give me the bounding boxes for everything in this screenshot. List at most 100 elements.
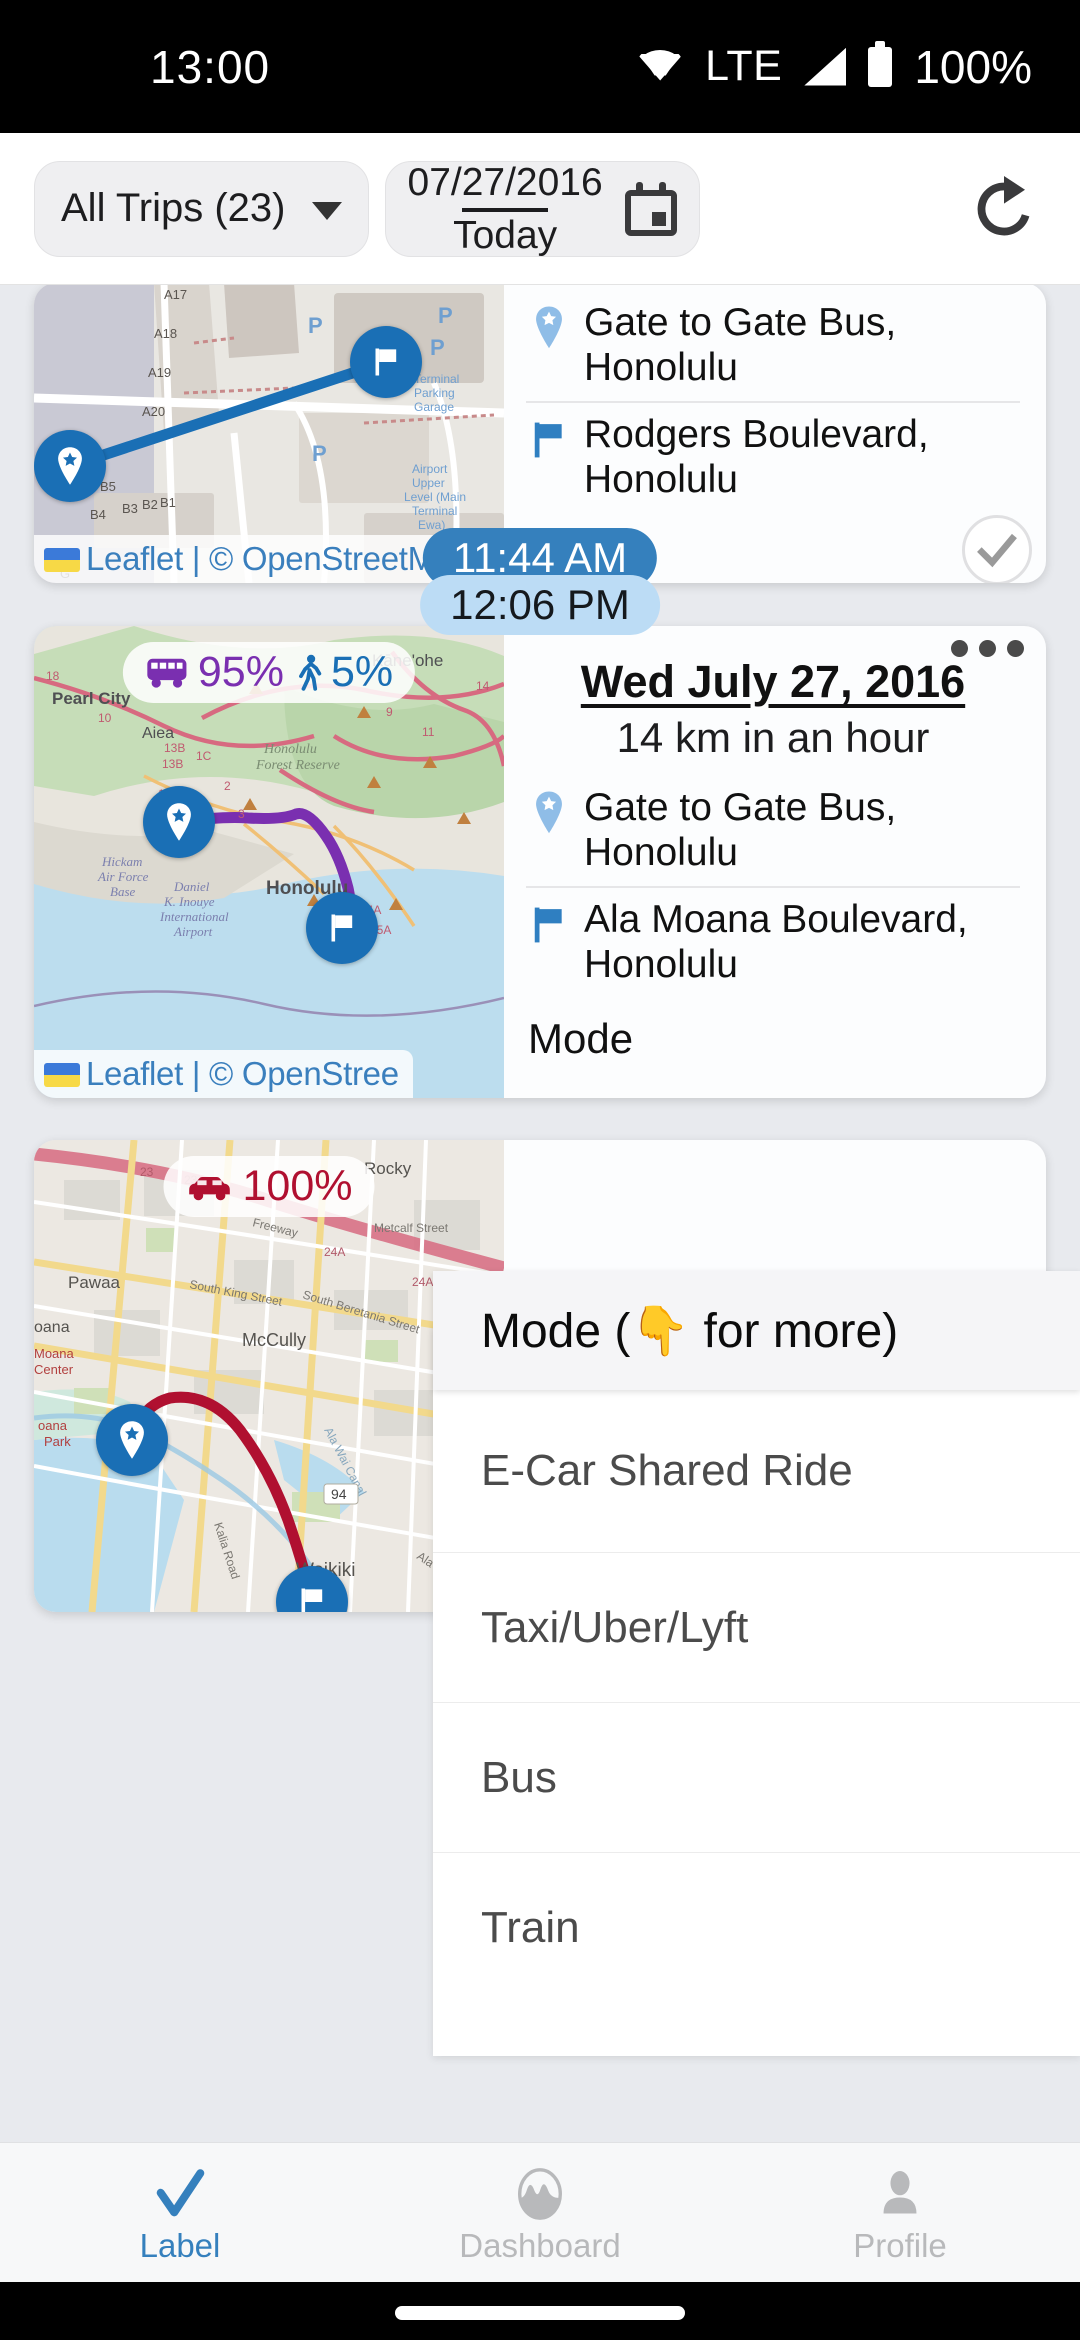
trip-details: Wed July 27, 2016 14 km in an hour Gate … [504,626,1046,1098]
person-icon [874,2161,926,2223]
refresh-button[interactable] [962,167,1046,251]
trip-date[interactable]: Wed July 27, 2016 [526,656,1020,708]
svg-text:A20: A20 [142,404,165,419]
svg-text:B1: B1 [160,495,176,510]
svg-text:11: 11 [422,725,435,739]
date-picker-date: 07/27/2016 [407,160,603,204]
status-bar: 13:00 LTE 100% [0,0,1080,133]
date-picker-button[interactable]: 07/27/2016 Today [384,160,700,257]
mode-option-taxi-uber-lyft[interactable]: Taxi/Uber/Lyft [433,1553,1080,1703]
svg-text:B3: B3 [122,501,138,516]
confirm-trip-button[interactable] [962,515,1032,583]
svg-text:Airport: Airport [412,462,448,476]
battery-percent-label: 100% [914,40,1032,93]
mode-split-badge: 95% 5% [122,642,416,703]
trip-overflow-menu-button[interactable] [951,640,1024,657]
check-icon [149,2161,211,2223]
trip-start-row: Gate to Gate Bus, Honolulu [526,776,1020,886]
mode-selection-modal[interactable]: Mode (👇 for more) E-Car Drove Alone E-Ca… [433,1271,1080,2118]
trips-filter-dropdown[interactable]: All Trips (23) [34,160,369,257]
svg-text:Terminal: Terminal [414,372,459,386]
menu-dot [979,640,996,657]
svg-text:Center: Center [34,1362,74,1377]
svg-text:18: 18 [46,669,60,683]
trip-card[interactable]: Kāne'ohe Pearl City Aiea Honolulu Honolu… [34,626,1046,1098]
menu-dot [1007,640,1024,657]
svg-text:Garage: Garage [414,400,454,414]
mode-split-bus: 95% [145,648,284,697]
battery-icon [868,40,893,87]
svg-text:Terminal: Terminal [412,504,457,518]
mode-modal-title: Mode (👇 for more) [433,1271,1080,1390]
walk-icon [299,654,322,691]
svg-text:9: 9 [386,705,393,719]
trip-map[interactable]: Kāne'ohe Pearl City Aiea Honolulu Honolu… [34,626,504,1098]
svg-text:B2: B2 [142,497,158,512]
svg-text:oana: oana [38,1418,68,1433]
svg-text:Pearl City: Pearl City [52,689,131,708]
mode-modal-options[interactable]: E-Car Drove Alone E-Car Shared Ride Taxi… [433,1328,1080,2056]
trip-start-location: Gate to Gate Bus, Honolulu [584,301,897,389]
bus-icon [147,658,187,688]
refresh-icon [977,175,1030,235]
mode-split-walk-pct: 5% [330,648,394,696]
trip-end-location: Rodgers Boulevard, Honolulu [584,412,929,501]
trips-filter-label: All Trips (23) [61,186,286,230]
svg-text:B4: B4 [90,507,106,522]
chart-icon [511,2161,569,2223]
svg-text:Daniel: Daniel [173,879,210,894]
check-icon [977,533,1017,568]
svg-text:3: 3 [238,807,245,821]
date-divider [462,207,549,212]
svg-text:P: P [312,441,327,466]
status-bar-icons: LTE 100% [637,40,1032,94]
svg-text:24A: 24A [324,1245,345,1259]
mode-option-bus[interactable]: Bus [433,1703,1080,1853]
mode-split-bus-pct: 95% [197,648,284,696]
mode-split-car: 100% [186,1162,353,1211]
svg-text:94: 94 [331,1486,347,1502]
map-attribution-text: Leaflet | © OpenStree [86,1055,399,1092]
svg-text:1C: 1C [196,749,212,763]
status-bar-clock: 13:00 [150,40,271,93]
svg-text:K. Inouye: K. Inouye [163,894,215,909]
svg-text:Metcalf Street: Metcalf Street [374,1221,449,1235]
start-pin-icon [167,803,191,841]
end-flag-icon [301,1588,323,1612]
home-gesture-bar[interactable] [395,2306,685,2320]
mode-option-train[interactable]: Train [433,1853,1080,2003]
menu-dot [951,640,968,657]
nav-item-dashboard[interactable]: Dashboard [360,2143,720,2282]
svg-text:P: P [430,335,445,360]
start-pin-icon [536,791,562,834]
svg-text:Honolulu: Honolulu [263,742,317,757]
nav-item-profile[interactable]: Profile [720,2143,1080,2282]
map-attribution[interactable]: Leaflet | © OpenStree [34,1050,413,1098]
svg-text:Forest Reserve: Forest Reserve [255,758,340,773]
chevron-down-icon [311,201,342,220]
svg-text:P: P [308,313,323,338]
nav-item-label[interactable]: Label [0,2143,360,2282]
end-flag-icon [534,907,562,943]
map-end-marker [306,892,378,964]
svg-text:10: 10 [98,711,112,725]
svg-text:2: 2 [224,779,231,793]
svg-text:A18: A18 [154,326,177,341]
svg-text:oana: oana [34,1319,70,1336]
mode-split-car-pct: 100% [242,1162,353,1210]
svg-text:Hickam: Hickam [101,854,142,869]
end-flag-icon [375,348,397,376]
svg-text:23: 23 [140,1165,154,1179]
trip-start-time-badge: 12:06 PM [420,575,660,635]
mode-option-e-car-shared-ride[interactable]: E-Car Shared Ride [433,1390,1080,1553]
map-attribution-text: Leaflet | © OpenStreetMap [86,540,471,577]
svg-text:P: P [438,303,453,328]
svg-text:Air Force: Air Force [97,869,149,884]
trip-start-row: Gate to Gate Bus, Honolulu [526,299,1020,401]
end-flag-icon [534,422,562,458]
trip-end-row: Ala Moana Boulevard, Honolulu [526,885,1020,998]
map-attribution[interactable]: Leaflet | © OpenStreetMap [34,535,485,583]
svg-text:Aiea: Aiea [142,725,174,742]
trip-end-row: Rodgers Boulevard, Honolulu [526,400,1020,513]
svg-text:Base: Base [110,884,136,899]
